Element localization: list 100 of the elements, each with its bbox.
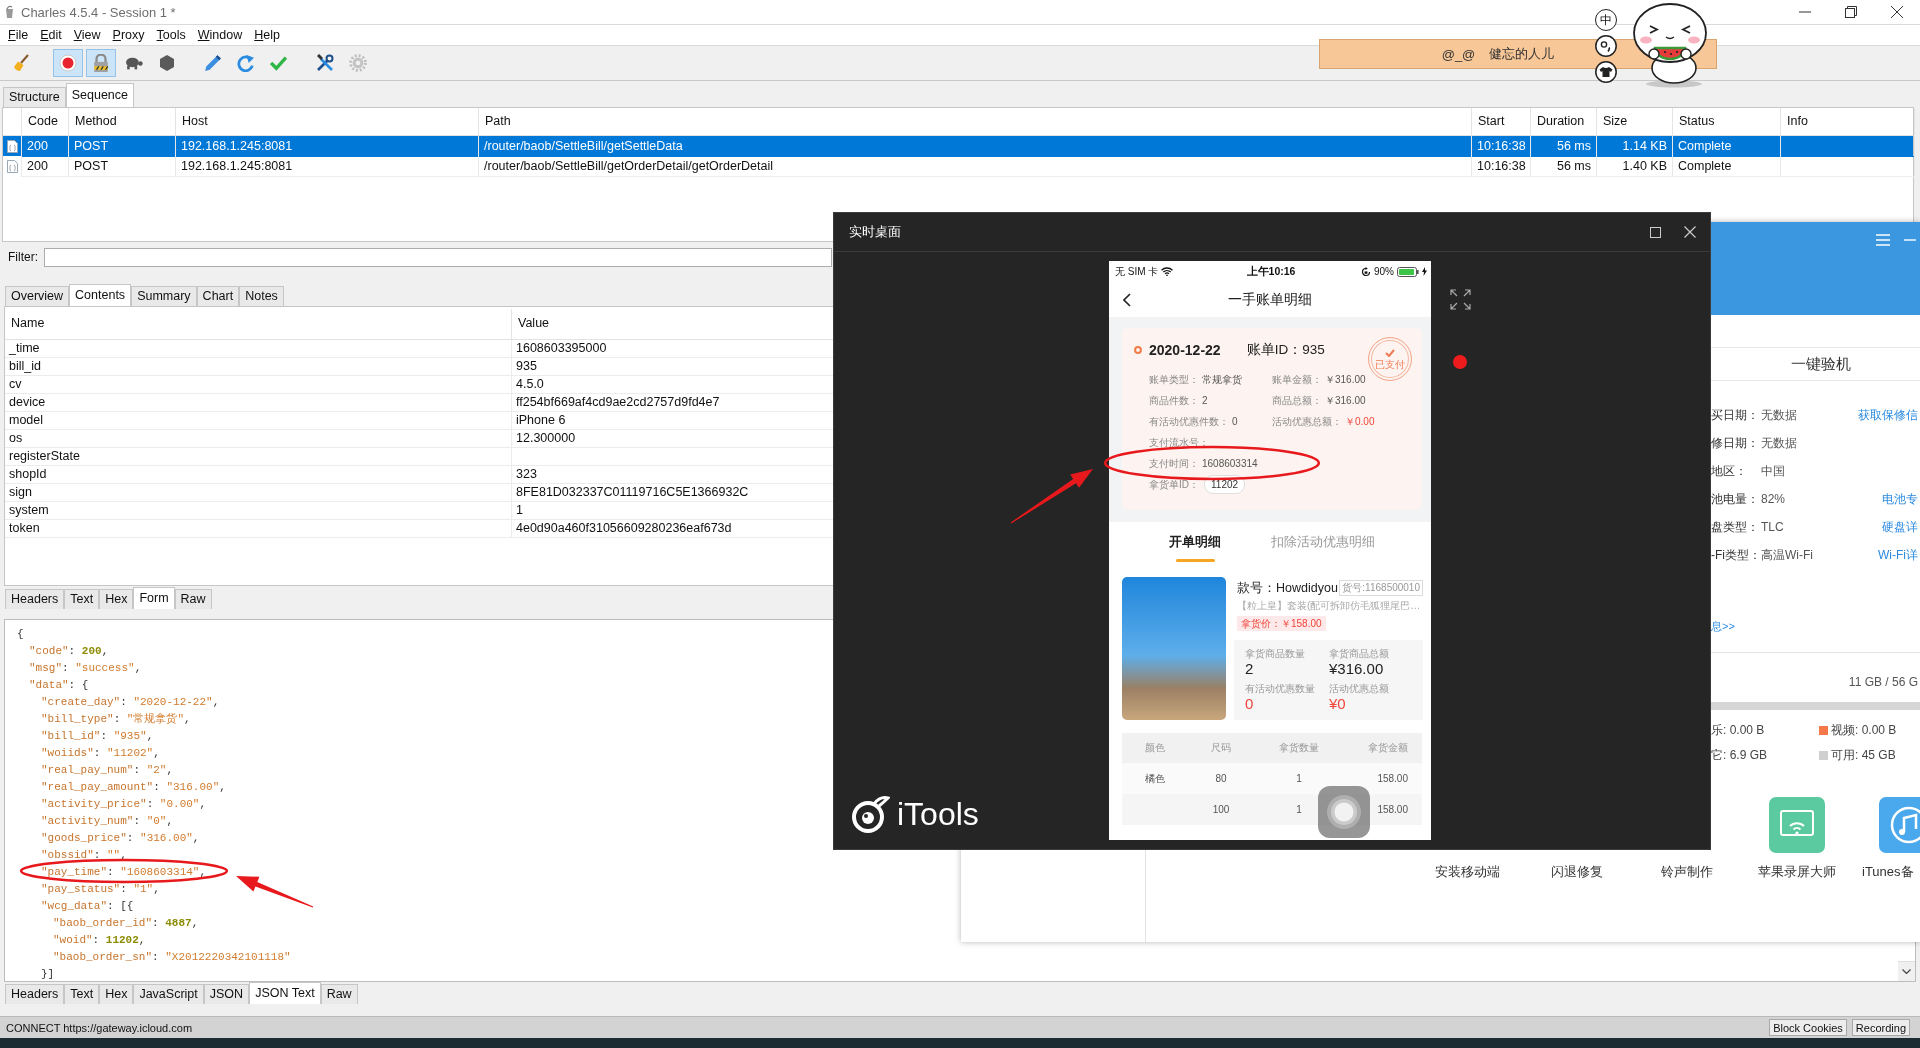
menu-item[interactable]: File bbox=[2, 28, 35, 42]
info-link[interactable]: 获取保修信 bbox=[1858, 406, 1918, 424]
tab[interactable]: JSON bbox=[203, 984, 250, 1004]
column-header[interactable]: Method bbox=[69, 108, 176, 135]
info-label: 买日期： bbox=[1711, 406, 1760, 424]
tab[interactable]: Headers bbox=[5, 984, 65, 1004]
column-header[interactable]: Info bbox=[1781, 108, 1915, 135]
hexagon-icon bbox=[158, 54, 176, 72]
rotation-lock-icon bbox=[1361, 266, 1371, 277]
request-row[interactable]: 200 POST 192.168.1.245:8081 /router/baob/SettleBill/getOrderDetail/getOrderDetail 10:16:38 56 ms 1.40 KB Complete bbox=[3, 156, 1913, 176]
field-value: 1608603314 bbox=[1202, 458, 1258, 469]
filter-label: Filter: bbox=[8, 250, 38, 264]
menu-item[interactable]: Proxy bbox=[106, 28, 151, 42]
info-value: 无数据 bbox=[1761, 406, 1797, 424]
request-row[interactable]: 200 POST 192.168.1.245:8081 /router/baob/SettleBill/getSettleData 10:16:38 56 ms 1.14 KB Complete bbox=[3, 136, 1913, 156]
shirt-icon[interactable] bbox=[1595, 61, 1617, 83]
toolbar-button[interactable] bbox=[53, 49, 83, 77]
tab[interactable]: Raw bbox=[320, 984, 358, 1004]
fullscreen-icon[interactable] bbox=[1450, 289, 1471, 310]
tool-button[interactable]: iTunes备 bbox=[1852, 797, 1920, 880]
stat-value: ¥0 bbox=[1329, 695, 1346, 713]
table-cell: bill_id bbox=[5, 358, 512, 375]
tab[interactable]: Notes bbox=[239, 286, 284, 306]
code-line: "real_pay_num": "2", bbox=[41, 764, 174, 777]
status-dot-icon bbox=[1134, 346, 1142, 354]
info-value: 高温Wi-Fi bbox=[1761, 546, 1813, 564]
tab[interactable]: Raw bbox=[174, 589, 212, 609]
tab[interactable]: Summary bbox=[131, 286, 197, 306]
back-icon[interactable] bbox=[1123, 292, 1131, 307]
tab[interactable]: Sequence bbox=[65, 83, 135, 107]
restore-icon[interactable] bbox=[1845, 6, 1857, 18]
column-header[interactable]: Host bbox=[176, 108, 479, 135]
close-icon[interactable] bbox=[1891, 6, 1903, 18]
tab[interactable]: Headers bbox=[5, 589, 65, 609]
wifi-icon bbox=[1161, 267, 1174, 276]
tab[interactable]: Chart bbox=[196, 286, 240, 306]
table-cell: 1.40 KB bbox=[1597, 156, 1673, 177]
table-cell-text: 1 bbox=[1295, 773, 1303, 784]
column-header[interactable]: Duration bbox=[1531, 108, 1597, 135]
status-button[interactable]: Recording bbox=[1851, 1019, 1910, 1036]
code-line: "baob_order_id": 4887, bbox=[53, 917, 199, 930]
status-button[interactable]: Block Cookies bbox=[1769, 1019, 1847, 1036]
app-icon bbox=[4, 5, 15, 19]
menu-icon[interactable] bbox=[1876, 234, 1890, 246]
column-header[interactable]: Start bbox=[1472, 108, 1531, 135]
filter-field[interactable] bbox=[44, 247, 832, 267]
column-header[interactable]: Size bbox=[1597, 108, 1673, 135]
menu-item[interactable]: Window bbox=[191, 28, 249, 42]
tab[interactable]: Hex bbox=[99, 589, 134, 609]
table-cell: os bbox=[5, 430, 512, 447]
scroll-down-button[interactable] bbox=[1898, 961, 1915, 981]
code-line: }] bbox=[41, 968, 55, 981]
column-header[interactable]: Status bbox=[1673, 108, 1781, 135]
more-link[interactable]: 息>> bbox=[1711, 614, 1735, 638]
table-cell: 192.168.1.245:8081 bbox=[176, 136, 479, 157]
lock-icon bbox=[92, 54, 110, 72]
field-label: 商品件数： bbox=[1149, 393, 1199, 408]
tab[interactable]: Text bbox=[64, 589, 100, 609]
tool-button[interactable]: 铃声制作 bbox=[1632, 863, 1742, 880]
code-line: "woiids": "11202", bbox=[41, 747, 160, 760]
carrier-text: 无 SIM 卡 bbox=[1115, 264, 1159, 279]
menu-item[interactable]: Edit bbox=[34, 28, 68, 42]
tool-button[interactable]: 闪退修复 bbox=[1522, 863, 1632, 880]
tab[interactable]: Overview bbox=[5, 286, 70, 306]
info-link[interactable]: 电池专 bbox=[1882, 490, 1918, 508]
field-label: 有活动优惠件数： bbox=[1149, 414, 1229, 429]
bill-date: 2020-12-22 bbox=[1149, 342, 1221, 358]
emoticon-text: @_@ bbox=[1441, 46, 1476, 62]
stat-label: 活动优惠总额 bbox=[1329, 682, 1389, 695]
tab[interactable]: JavaScript bbox=[133, 984, 204, 1004]
tool-button[interactable]: 苹果录屏大师 bbox=[1742, 797, 1852, 880]
tab[interactable]: Form bbox=[133, 587, 175, 609]
column-header[interactable]: Code bbox=[22, 108, 69, 135]
tab[interactable]: Hex bbox=[99, 984, 134, 1004]
table-cell: 10:16:38 bbox=[1472, 136, 1531, 157]
field-value: 常规拿货 bbox=[1202, 372, 1242, 387]
tool-button[interactable]: 安装移动端 bbox=[1412, 863, 1522, 880]
menu-item[interactable]: View bbox=[67, 28, 107, 42]
record-dot-icon[interactable] bbox=[1453, 355, 1467, 369]
stat-label: 有活动优惠数量 bbox=[1245, 682, 1315, 695]
tab[interactable]: JSON Text bbox=[249, 982, 321, 1004]
tab[interactable]: Text bbox=[64, 984, 100, 1004]
assistive-touch-icon[interactable] bbox=[1318, 786, 1370, 838]
column-header[interactable]: Path bbox=[479, 108, 1472, 135]
maximize-icon[interactable] bbox=[1650, 226, 1661, 238]
stat-value: 0 bbox=[1245, 695, 1254, 713]
stamp-text: 已支付 bbox=[1375, 358, 1405, 370]
legend-label: 它: 6.9 GB bbox=[1711, 746, 1768, 764]
menu-item[interactable]: Help bbox=[248, 28, 286, 42]
style-number: 款号：Howdidyou bbox=[1237, 579, 1338, 597]
column-header[interactable]: Name bbox=[5, 309, 512, 339]
table-cell: cv bbox=[5, 376, 512, 393]
info-link[interactable]: Wi-Fi详 bbox=[1878, 546, 1918, 564]
tab[interactable]: 开单明细 bbox=[1130, 522, 1260, 562]
document-icon bbox=[6, 160, 18, 173]
tab[interactable]: Structure bbox=[3, 87, 66, 107]
punctuation-icon[interactable] bbox=[1595, 35, 1617, 57]
tab[interactable]: Contents bbox=[69, 284, 132, 306]
info-link[interactable]: 硬盘详 bbox=[1882, 518, 1918, 536]
menu-item[interactable]: Tools bbox=[150, 28, 192, 42]
